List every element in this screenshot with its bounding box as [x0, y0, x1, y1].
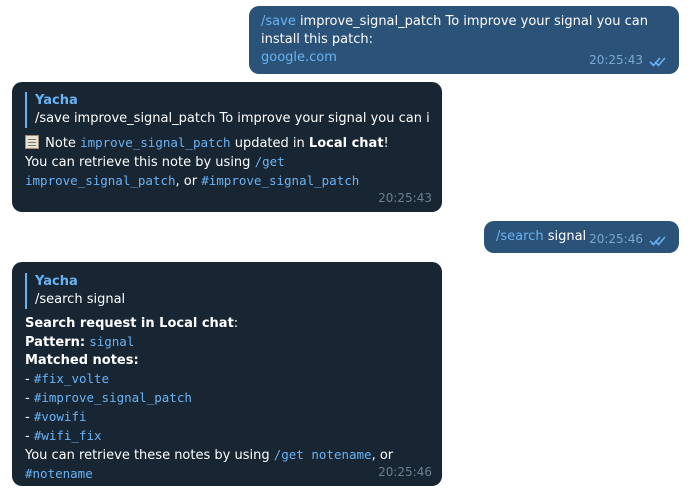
message-text: Note improve_signal_patch updated in Loc…	[25, 134, 429, 191]
message-body: improve_signal_patch To improve your sig…	[261, 14, 648, 47]
outgoing-message-save[interactable]: /save improve_signal_patch To improve yo…	[249, 6, 679, 74]
message-link[interactable]: google.com	[261, 50, 337, 65]
double-check-icon	[649, 57, 666, 67]
message-text: Search request in Local chat: Pattern: s…	[25, 316, 394, 481]
reply-author: Yacha	[35, 274, 78, 289]
outgoing-message-search[interactable]: /search signal 20:25:46	[484, 221, 679, 253]
reply-text: /search signal	[35, 292, 126, 307]
incoming-message-search-results[interactable]: Yacha /search signal Search request in L…	[12, 262, 442, 486]
note-hashtag[interactable]: #vowifi	[34, 409, 87, 424]
notepad-icon	[25, 135, 39, 149]
reply-text: /save improve_signal_patch To improve yo…	[35, 111, 429, 126]
message-time: 20:25:43	[589, 53, 643, 67]
hashtag-link[interactable]: #notename	[25, 466, 93, 481]
matched-label: Matched notes:	[25, 353, 139, 368]
double-check-icon	[649, 236, 666, 246]
exclamation: !	[383, 136, 389, 151]
note-hashtag[interactable]: #improve_signal_patch	[34, 390, 192, 405]
hashtag-link[interactable]: #improve_signal_patch	[201, 173, 359, 188]
message-body: signal	[543, 229, 587, 244]
retrieve-or: , or	[175, 174, 198, 189]
pattern-value[interactable]: signal	[89, 334, 134, 349]
note-updated: updated in	[234, 136, 305, 151]
command-link[interactable]: /search	[496, 229, 544, 244]
get-code[interactable]: improve_signal_patch	[25, 173, 176, 188]
note-hashtag[interactable]: #wifi_fix	[34, 428, 102, 443]
incoming-message-note[interactable]: Yacha /save improve_signal_patch To impr…	[12, 82, 442, 212]
retrieve-or: , or	[371, 448, 394, 463]
note-prefix: Note	[45, 136, 76, 151]
chat-name: Local chat	[308, 136, 384, 151]
message-time: 20:25:46	[378, 465, 432, 479]
message-time: 20:25:43	[378, 191, 432, 205]
reply-quote[interactable]: Yacha /save improve_signal_patch To impr…	[25, 92, 429, 128]
get-command[interactable]: /get notename	[274, 447, 372, 462]
get-command[interactable]: /get	[255, 154, 285, 169]
pattern-label: Pattern:	[25, 335, 86, 350]
note-hashtag[interactable]: #fix_volte	[34, 371, 109, 386]
note-code[interactable]: improve_signal_patch	[80, 135, 231, 150]
reply-quote[interactable]: Yacha /search signal	[25, 273, 429, 309]
command-link[interactable]: /save	[261, 14, 296, 29]
retrieve-prefix: You can retrieve these notes by using	[25, 448, 270, 463]
search-heading: Search request in Local chat	[25, 316, 234, 331]
reply-author: Yacha	[35, 93, 78, 108]
retrieve-prefix: You can retrieve this note by using	[25, 155, 251, 170]
message-time: 20:25:46	[589, 232, 643, 246]
search-colon: :	[233, 316, 239, 331]
